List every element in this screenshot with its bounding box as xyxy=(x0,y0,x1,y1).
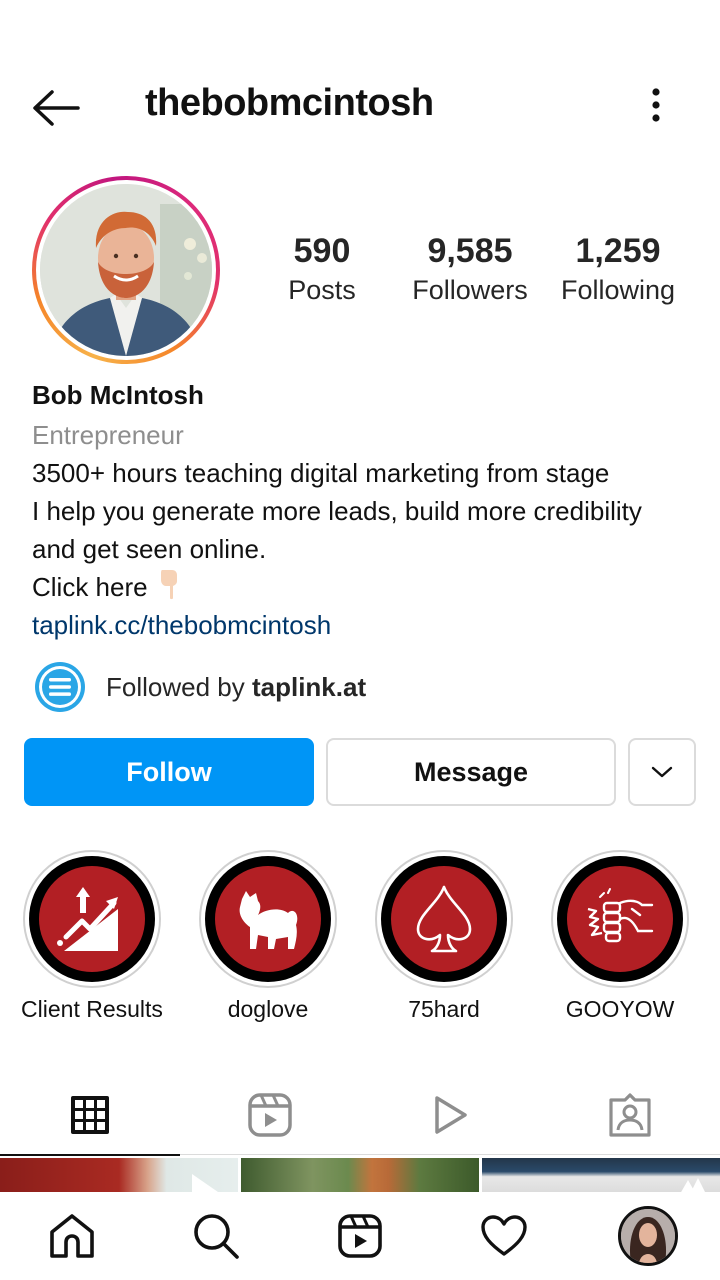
stat-following[interactable]: 1,259 Following xyxy=(550,232,686,306)
post-thumbnail[interactable] xyxy=(482,1158,720,1192)
more-options-button[interactable] xyxy=(640,86,672,126)
search-icon xyxy=(194,1214,239,1259)
bio-link[interactable]: taplink.cc/thebobmcintosh xyxy=(32,606,712,644)
chevron-down-icon xyxy=(651,766,673,778)
posts-label: Posts xyxy=(288,275,356,305)
more-vertical-icon xyxy=(652,88,660,122)
highlight-label: doglove xyxy=(227,996,309,1022)
highlight-label: Client Results xyxy=(21,996,163,1022)
profile-bio: Bob McIntosh Entrepreneur 3500+ hours te… xyxy=(32,380,712,644)
followers-label: Followers xyxy=(412,275,528,305)
reels-icon xyxy=(248,1093,292,1137)
followed-by-prefix: Followed by xyxy=(106,671,252,702)
home-icon xyxy=(50,1214,94,1258)
tab-grid[interactable] xyxy=(0,1075,180,1156)
growth-chart-icon xyxy=(57,887,118,951)
bio-line-click-here: Click here xyxy=(32,568,712,606)
stat-followers[interactable]: 9,585 Followers xyxy=(402,232,538,306)
avatar-portrait-image xyxy=(40,184,212,356)
profile-avatar-story-ring[interactable] xyxy=(32,176,220,364)
story-highlights: Client Results doglove 75hard GOOYOW xyxy=(0,850,720,1030)
nav-home[interactable] xyxy=(0,1192,144,1280)
followers-count: 9,585 xyxy=(427,232,513,270)
grid-icon xyxy=(71,1096,109,1134)
nav-search[interactable] xyxy=(144,1192,288,1280)
profile-username: thebobmcintosh xyxy=(145,82,434,124)
profile-category: Entrepreneur xyxy=(32,420,184,450)
followed-by[interactable]: Followed by taplink.at xyxy=(34,662,366,712)
tagged-person-icon xyxy=(609,1093,651,1137)
post-thumbnail[interactable] xyxy=(0,1158,238,1192)
followed-by-account: taplink.at xyxy=(251,671,367,702)
nav-reels[interactable] xyxy=(288,1192,432,1280)
profile-avatar xyxy=(618,1206,678,1266)
multi-post-indicator-icon xyxy=(681,1178,705,1192)
highlight-gooyow[interactable]: GOOYOW xyxy=(532,850,708,1023)
reel-indicator-icon xyxy=(192,1174,218,1192)
bio-line: I help you generate more leads, build mo… xyxy=(32,496,642,526)
highlight-doglove[interactable]: doglove xyxy=(180,850,356,1023)
following-count: 1,259 xyxy=(575,232,661,270)
highlight-client-results[interactable]: Client Results xyxy=(4,850,180,1023)
pointing-down-hand-icon xyxy=(158,568,184,610)
profile-content-tabs xyxy=(0,1075,720,1156)
highlight-75hard[interactable]: 75hard xyxy=(356,850,532,1023)
reels-icon xyxy=(338,1214,382,1258)
tab-videos[interactable] xyxy=(360,1075,540,1155)
arrow-left-icon xyxy=(33,90,80,126)
dog-icon xyxy=(239,891,298,949)
posts-grid xyxy=(0,1158,720,1192)
spade-icon xyxy=(416,885,472,953)
bio-line-text: Click here xyxy=(32,572,148,602)
post-thumbnail[interactable] xyxy=(241,1158,479,1192)
heart-icon xyxy=(481,1215,527,1256)
highlight-label: 75hard xyxy=(408,996,480,1022)
back-button[interactable] xyxy=(30,88,82,128)
own-profile-photo xyxy=(621,1209,675,1263)
nav-profile[interactable] xyxy=(576,1192,720,1280)
posts-count: 590 xyxy=(293,232,351,270)
tab-tagged[interactable] xyxy=(540,1075,720,1155)
message-button[interactable]: Message xyxy=(326,738,616,806)
bio-line: 3500+ hours teaching digital marketing f… xyxy=(32,458,610,488)
stat-posts[interactable]: 590 Posts xyxy=(260,232,384,306)
profile-avatar xyxy=(40,184,212,356)
top-bar: thebobmcintosh xyxy=(0,60,720,150)
bottom-navigation xyxy=(0,1192,720,1280)
nav-activity[interactable] xyxy=(432,1192,576,1280)
bio-line: and get seen online. xyxy=(32,534,267,564)
profile-full-name: Bob McIntosh xyxy=(32,380,204,410)
follow-button[interactable]: Follow xyxy=(24,738,314,806)
suggested-accounts-button[interactable] xyxy=(628,738,696,806)
profile-stats: 590 Posts 9,585 Followers 1,259 Followin… xyxy=(260,232,700,322)
play-icon xyxy=(435,1096,467,1134)
tab-reels[interactable] xyxy=(180,1075,360,1155)
taplink-avatar-icon xyxy=(35,662,85,712)
highlight-label: GOOYOW xyxy=(565,996,675,1022)
following-label: Following xyxy=(560,275,676,305)
fist-punch-icon xyxy=(587,888,654,943)
